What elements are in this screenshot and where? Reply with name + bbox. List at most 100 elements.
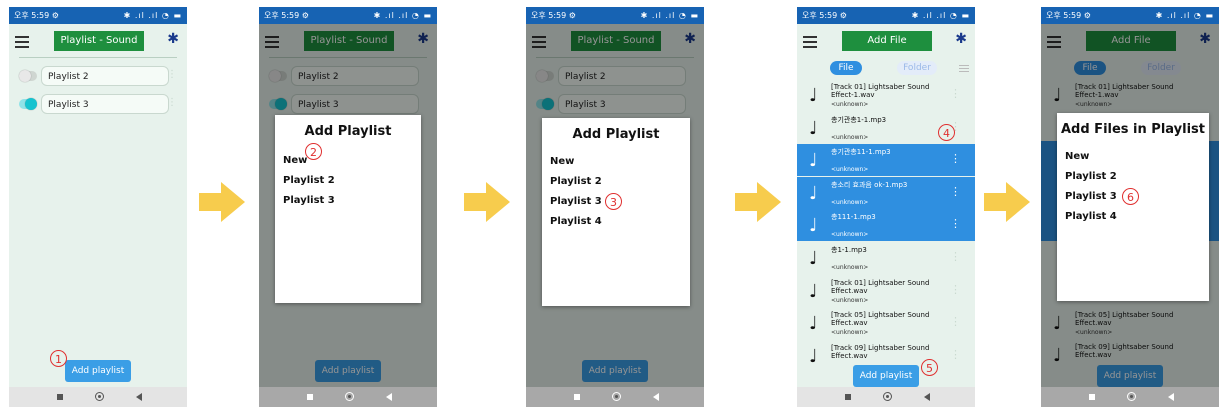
playlist-row: Playlist 2: [19, 66, 169, 86]
home-icon[interactable]: [612, 392, 621, 401]
file-name: 총1-1.mp3: [831, 246, 867, 254]
source-tabs: File Folder: [797, 59, 975, 77]
dialog-option-playlist-3[interactable]: Playlist 3: [1065, 191, 1117, 202]
playlist-name-field[interactable]: Playlist 2: [41, 66, 169, 86]
arrow-icon: [735, 182, 781, 222]
add-playlist-dialog: Add Playlist New Playlist 2 Playlist 3 2: [275, 115, 421, 303]
more-icon[interactable]: ⋮: [950, 316, 961, 327]
back-icon[interactable]: [924, 393, 930, 401]
sort-icon[interactable]: [959, 63, 969, 74]
file-artist: <unknown>: [831, 133, 869, 141]
tab-folder[interactable]: Folder: [897, 61, 937, 75]
file-name: [Track 09] Lightsaber Sound Effect.wav: [831, 343, 930, 360]
screen-5: 오후 5:59 ⚙ ✱ .ıl .ıl ◔ ▬ Add File ✱ File …: [1041, 7, 1219, 407]
step-marker: 6: [1122, 188, 1139, 205]
dialog-option-playlist-3[interactable]: Playlist 3: [283, 195, 335, 206]
recents-icon[interactable]: [307, 394, 313, 400]
dialog-option-playlist-2[interactable]: Playlist 2: [550, 176, 602, 187]
more-icon[interactable]: ⋮: [950, 349, 961, 360]
file-row[interactable]: ♩ [Track 01] Lightsaber Sound Effect.wav <…: [797, 275, 975, 307]
dialog-option-playlist-4[interactable]: Playlist 4: [1065, 211, 1117, 222]
nav-bar: [1041, 387, 1219, 407]
bluetooth-icon[interactable]: ✱: [167, 31, 179, 47]
music-note-icon: ♩: [809, 345, 818, 367]
file-name: [Track 01] Lightsaber Sound Effect-1.wav: [831, 83, 930, 99]
more-icon[interactable]: ⋮: [950, 251, 961, 262]
add-playlist-button[interactable]: Add playlist: [65, 360, 131, 382]
recents-icon[interactable]: [57, 394, 63, 400]
status-icons: ✱ .ıl .ıl ◔ ▬: [640, 11, 699, 20]
back-icon[interactable]: [653, 393, 659, 401]
recents-icon[interactable]: [1089, 394, 1095, 400]
dialog-option-new[interactable]: New: [550, 156, 574, 167]
more-icon[interactable]: ⋮: [950, 88, 961, 99]
add-files-dialog: Add Files in Playlist New Playlist 2 Pla…: [1057, 113, 1209, 301]
page-title: Add File: [842, 31, 932, 51]
back-icon[interactable]: [386, 393, 392, 401]
status-bar: 오후 5:59 ⚙ ✱ .ıl .ıl ◔ ▬: [9, 7, 187, 24]
step-marker: 4: [938, 124, 955, 141]
music-note-icon: ♩: [809, 182, 818, 204]
nav-bar: [259, 387, 437, 407]
tab-file[interactable]: File: [830, 61, 862, 75]
file-artist: <unknown>: [831, 101, 869, 108]
file-name: 총기관총11-1.mp3: [831, 148, 891, 157]
dialog-option-playlist-3[interactable]: Playlist 3: [550, 196, 602, 207]
back-icon[interactable]: [136, 393, 142, 401]
home-icon[interactable]: [345, 392, 354, 401]
file-row[interactable]: ♩ 총1-1.mp3 <unknown> ⋮: [797, 242, 975, 274]
dialog-option-new[interactable]: New: [1065, 151, 1089, 162]
recents-icon[interactable]: [574, 394, 580, 400]
step-marker: 3: [605, 193, 622, 210]
more-icon[interactable]: ⋮: [950, 186, 961, 197]
status-bar: 오후 5:59 ⚙ ✱ .ıl .ıl ◔ ▬: [259, 7, 437, 24]
back-icon[interactable]: [1168, 393, 1174, 401]
more-icon[interactable]: ⋮: [950, 284, 961, 295]
screen-1: 오후 5:59 ⚙ ✱ .ıl .ıl ◔ ▬ Playlist - Sound…: [9, 7, 187, 407]
file-row-selected[interactable]: ♩ 총기관총11-1.mp3 <unknown> ⋮: [797, 144, 975, 177]
file-row-selected[interactable]: ♩ 총111-1.mp3 <unknown> ⋮: [797, 209, 975, 242]
dialog-option-playlist-2[interactable]: Playlist 2: [1065, 171, 1117, 182]
home-icon[interactable]: [883, 392, 892, 401]
more-icon[interactable]: ⋮: [950, 153, 961, 164]
add-playlist-dialog: Add Playlist New Playlist 2 Playlist 3 P…: [542, 118, 690, 306]
dialog-option-playlist-2[interactable]: Playlist 2: [283, 175, 335, 186]
dialog-title: Add Playlist: [572, 127, 660, 142]
file-row[interactable]: ♩ [Track 05] Lightsaber Sound Effect.wav <…: [797, 307, 975, 339]
status-icons: ✱ .ıl .ıl ◔ ▬: [373, 11, 432, 20]
status-icons: ✱ .ıl .ıl ◔ ▬: [911, 11, 970, 20]
playlist-toggle[interactable]: [19, 70, 37, 82]
screen-4: 오후 5:59 ⚙ ✱ .ıl .ıl ◔ ▬ Add File ✱ File …: [797, 7, 975, 407]
dialog-option-playlist-4[interactable]: Playlist 4: [550, 216, 602, 227]
home-icon[interactable]: [95, 392, 104, 401]
file-row[interactable]: ♩ [Track 01] Lightsaber Sound Effect-1.wa…: [797, 79, 975, 111]
status-bar: 오후 5:59 ⚙ ✱ .ıl .ıl ◔ ▬: [1041, 7, 1219, 24]
nav-bar: [9, 387, 187, 407]
music-note-icon: ♩: [809, 313, 818, 335]
recents-icon[interactable]: [845, 394, 851, 400]
nav-bar: [797, 387, 975, 407]
more-icon[interactable]: ⋮: [950, 218, 961, 229]
file-artist: <unknown>: [831, 264, 869, 271]
dialog-title: Add Playlist: [304, 124, 392, 139]
bluetooth-icon[interactable]: ✱: [955, 31, 967, 47]
playlist-toggle[interactable]: [19, 98, 37, 110]
file-row-selected[interactable]: ♩ 총소리 효과음 ok-1.mp3 <unknown> ⋮: [797, 176, 975, 209]
status-bar: 오후 5:59 ⚙ ✱ .ıl .ıl ◔ ▬: [526, 7, 704, 24]
step-marker: 1: [50, 350, 67, 367]
menu-icon[interactable]: [15, 33, 29, 49]
more-icon[interactable]: ⋮: [167, 97, 177, 108]
add-playlist-button[interactable]: Add playlist: [853, 365, 919, 387]
playlist-name-field[interactable]: Playlist 3: [41, 94, 169, 114]
status-icons: ✱ .ıl .ıl ◔ ▬: [1155, 11, 1214, 20]
home-icon[interactable]: [1127, 392, 1136, 401]
file-artist: <unknown>: [831, 296, 869, 304]
file-artist: <unknown>: [831, 231, 869, 239]
status-time: 오후 5:59 ⚙: [802, 11, 847, 20]
file-artist: <unknown>: [831, 329, 869, 337]
nav-bar: [526, 387, 704, 407]
menu-icon[interactable]: [803, 33, 817, 49]
dialog-option-new[interactable]: New: [283, 155, 307, 166]
more-icon[interactable]: ⋮: [167, 69, 177, 80]
dialog-title: Add Files in Playlist: [1060, 122, 1205, 137]
